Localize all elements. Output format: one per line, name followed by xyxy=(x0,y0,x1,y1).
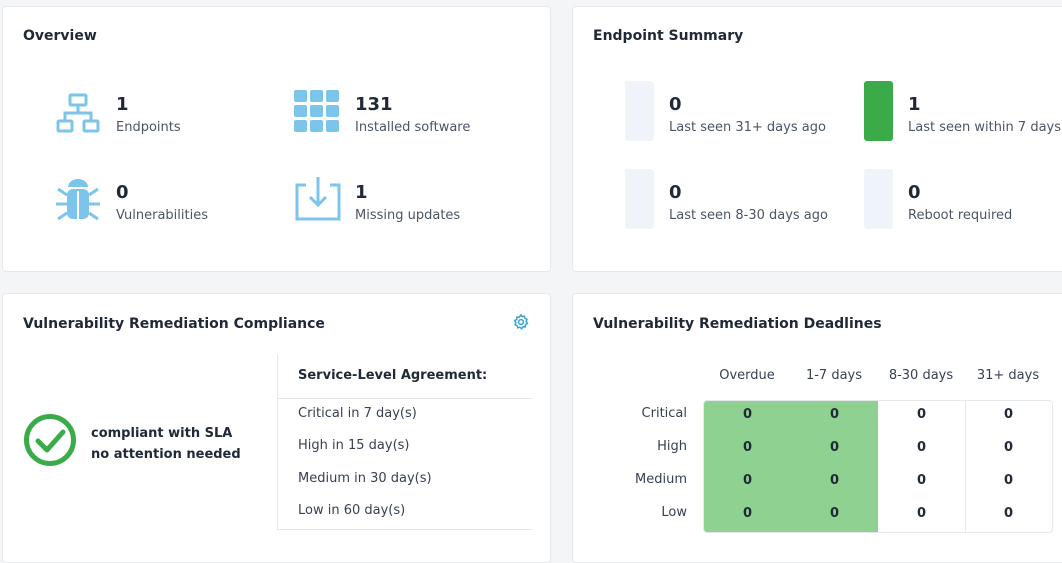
deadlines-card: Vulnerability Remediation Deadlines Over… xyxy=(572,293,1062,563)
overview-card: Overview 1 Endpoints 131 Installed softw… xyxy=(2,6,551,272)
cell-critical-31-plus[interactable]: 0 xyxy=(965,407,1052,422)
stat-endpoints[interactable]: 1 Endpoints xyxy=(116,95,181,137)
cell-medium-1-7[interactable]: 0 xyxy=(791,473,878,488)
stat-label: Vulnerabilities xyxy=(116,208,208,223)
download-tray-icon xyxy=(294,175,342,227)
cell-critical-overdue[interactable]: 0 xyxy=(704,407,791,422)
stat-label: Last seen 31+ days ago xyxy=(669,120,826,135)
stat-label: Last seen 8-30 days ago xyxy=(669,208,828,223)
stat-value: 131 xyxy=(355,94,393,115)
sla-divider xyxy=(278,398,532,399)
deadlines-title: Vulnerability Remediation Deadlines xyxy=(593,316,882,332)
stat-installed-software[interactable]: 131 Installed software xyxy=(355,95,470,137)
sla-heading: Service-Level Agreement: xyxy=(298,368,488,383)
cell-low-1-7[interactable]: 0 xyxy=(791,506,878,521)
compliance-title: Vulnerability Remediation Compliance xyxy=(23,316,325,332)
column-header-1-7-days: 1-7 days xyxy=(805,368,863,383)
cell-low-8-30[interactable]: 0 xyxy=(878,506,965,521)
stat-vulnerabilities[interactable]: 0 Vulnerabilities xyxy=(116,183,208,225)
endpoint-stat-8-30[interactable]: 0 Last seen 8-30 days ago xyxy=(669,183,828,225)
stat-label: Endpoints xyxy=(116,120,181,135)
cell-critical-8-30[interactable]: 0 xyxy=(878,407,965,422)
endpoint-stat-reboot[interactable]: 0 Reboot required xyxy=(908,183,1012,225)
sla-divider xyxy=(278,529,532,530)
sla-row-medium: Medium in 30 day(s) xyxy=(298,471,432,486)
stat-value: 0 xyxy=(116,182,129,203)
stat-label: Installed software xyxy=(355,120,471,135)
grid-apps-icon xyxy=(294,90,342,138)
bug-icon xyxy=(54,177,102,229)
compliance-status-line1: compliant with SLA xyxy=(91,426,233,441)
stat-value: 1 xyxy=(116,94,129,115)
cell-high-overdue[interactable]: 0 xyxy=(704,440,791,455)
overview-title: Overview xyxy=(23,28,97,44)
row-header-high: High xyxy=(657,439,687,454)
check-circle-icon xyxy=(23,413,77,471)
stat-missing-updates[interactable]: 1 Missing updates xyxy=(355,183,460,225)
sla-row-critical: Critical in 7 day(s) xyxy=(298,406,417,421)
status-bar-reboot xyxy=(864,169,893,229)
endpoint-summary-title: Endpoint Summary xyxy=(593,28,744,44)
stat-value: 0 xyxy=(669,182,682,203)
compliance-status: compliant with SLA no attention needed xyxy=(91,423,241,465)
cell-critical-1-7[interactable]: 0 xyxy=(791,407,878,422)
row-header-medium: Medium xyxy=(635,472,687,487)
stat-value: 0 xyxy=(669,94,682,115)
cell-high-8-30[interactable]: 0 xyxy=(878,440,965,455)
cell-high-31-plus[interactable]: 0 xyxy=(965,440,1052,455)
endpoint-summary-card: Endpoint Summary 0 Last seen 31+ days ag… xyxy=(572,6,1062,272)
sla-row-low: Low in 60 day(s) xyxy=(298,503,406,518)
row-header-low: Low xyxy=(661,505,687,520)
column-header-overdue: Overdue xyxy=(719,368,775,383)
gear-icon[interactable] xyxy=(512,313,530,335)
stat-value: 0 xyxy=(908,182,921,203)
cell-medium-8-30[interactable]: 0 xyxy=(878,473,965,488)
column-header-31-plus-days: 31+ days xyxy=(976,368,1040,383)
compliance-card: Vulnerability Remediation Compliance com… xyxy=(2,293,551,563)
column-header-8-30-days: 8-30 days xyxy=(888,368,954,383)
cell-medium-overdue[interactable]: 0 xyxy=(704,473,791,488)
endpoint-stat-within-7[interactable]: 1 Last seen within 7 days xyxy=(908,95,1061,137)
stat-label: Reboot required xyxy=(908,208,1013,223)
cell-low-overdue[interactable]: 0 xyxy=(704,506,791,521)
cell-medium-31-plus[interactable]: 0 xyxy=(965,473,1052,488)
status-bar-8-30 xyxy=(625,169,654,229)
stat-value: 1 xyxy=(355,182,368,203)
deadlines-grid: 0 0 0 0 0 0 0 0 0 0 0 0 0 0 0 0 xyxy=(703,400,1053,533)
compliance-status-line2: no attention needed xyxy=(91,447,241,462)
status-bar-31-plus xyxy=(625,81,654,141)
status-bar-within-7 xyxy=(864,81,893,141)
stat-label: Missing updates xyxy=(355,208,461,223)
cell-low-31-plus[interactable]: 0 xyxy=(965,506,1052,521)
network-icon xyxy=(55,93,103,139)
stat-label: Last seen within 7 days xyxy=(908,120,1062,135)
row-header-critical: Critical xyxy=(641,406,687,421)
sla-row-high: High in 15 day(s) xyxy=(298,438,410,453)
endpoint-stat-31-plus[interactable]: 0 Last seen 31+ days ago xyxy=(669,95,826,137)
cell-high-1-7[interactable]: 0 xyxy=(791,440,878,455)
sla-panel: Service-Level Agreement: Critical in 7 d… xyxy=(277,354,532,530)
stat-value: 1 xyxy=(908,94,921,115)
